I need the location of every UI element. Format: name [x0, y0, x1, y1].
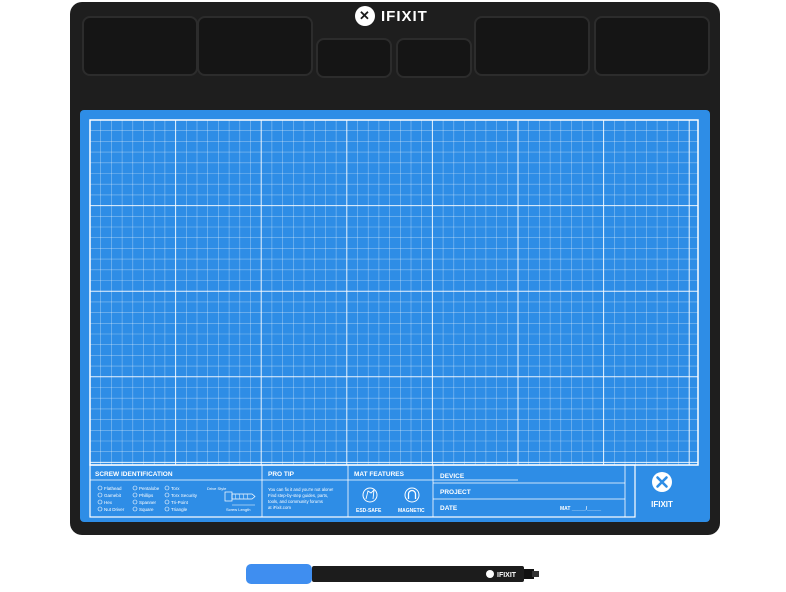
- pro-tip-line: Find step-by-step guides, parts,: [268, 493, 328, 498]
- marker-pen: IFIXIT: [246, 560, 541, 587]
- storage-tray-6: [594, 16, 710, 76]
- storage-tray-3: [316, 38, 392, 78]
- magnet-icon: [404, 487, 420, 503]
- storage-tray-5: [474, 16, 590, 76]
- brand-name: IFIXIT: [381, 7, 428, 25]
- storage-tray-2: [197, 16, 313, 76]
- screw-type: Gamebit: [104, 493, 122, 498]
- grid-major-lines: [90, 120, 698, 465]
- esd-safe-icon: [362, 487, 378, 503]
- marker-cap: [246, 564, 312, 584]
- x-logo-icon: [486, 570, 494, 578]
- screw-type: Tri-Point: [171, 500, 189, 505]
- grid-minor-lines: [90, 120, 698, 465]
- blue-grid-mat: SCREW IDENTIFICATION Flathead Gamebit He…: [80, 110, 710, 522]
- storage-tray-4: [396, 38, 472, 78]
- screw-types-col3: Torx Torx Security Tri-Point Triangle: [164, 485, 198, 512]
- screw-type: Triangle: [171, 507, 188, 512]
- esd-safe-label: ESD-SAFE: [356, 508, 382, 514]
- brand-logo: ✕ IFIXIT: [355, 5, 428, 27]
- x-logo-icon: ✕: [355, 6, 375, 26]
- screw-types-col1: Flathead Gamebit Hex Nut Driver: [97, 485, 125, 512]
- storage-tray-1: [82, 16, 198, 76]
- pro-tip-line: tools, and community forums: [268, 499, 323, 504]
- mat-number-field: MAT _____/_____: [560, 506, 601, 512]
- info-panel: SCREW IDENTIFICATION Flathead Gamebit He…: [89, 464, 673, 518]
- screw-length-label: Screw Length: [226, 507, 250, 512]
- screw-type: Pentalobe: [139, 486, 160, 491]
- pro-tip-line: at iFixit.com: [268, 505, 291, 510]
- screw-diagram-icon: [224, 491, 256, 506]
- project-field: PROJECT: [440, 489, 471, 496]
- device-field: DEVICE: [440, 473, 465, 480]
- screw-types-col2: Pentalobe Phillips Spanner Square: [132, 485, 160, 512]
- screw-type: Torx Security: [171, 493, 198, 498]
- marker-brand: IFIXIT: [497, 572, 517, 579]
- panel-logo: IFIXIT: [651, 472, 673, 509]
- mat-features-title: MAT FEATURES: [354, 471, 405, 478]
- panel-logo-label: IFIXIT: [651, 500, 673, 509]
- screw-type: Square: [139, 507, 154, 512]
- drive-style-label: Drive Style: [207, 486, 227, 491]
- grid-svg: SCREW IDENTIFICATION Flathead Gamebit He…: [89, 119, 699, 518]
- pro-tip-line: You can fix it and you're not alone!: [268, 487, 333, 492]
- date-field: DATE: [440, 505, 458, 512]
- magnetic-label: MAGNETIC: [398, 508, 425, 514]
- screw-type: Spanner: [139, 500, 157, 505]
- screw-type: Phillips: [139, 493, 154, 498]
- screw-identification-title: SCREW IDENTIFICATION: [95, 471, 173, 478]
- screw-type: Flathead: [104, 486, 122, 491]
- screw-type: Hex: [104, 500, 113, 505]
- pro-tip-title: PRO TIP: [268, 471, 295, 478]
- grid-border: [89, 119, 699, 466]
- screw-type: Nut Driver: [104, 507, 125, 512]
- screw-type: Torx: [171, 486, 180, 491]
